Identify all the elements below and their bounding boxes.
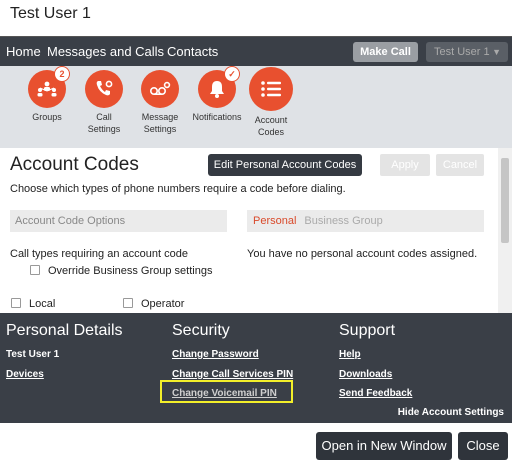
- apply-button[interactable]: Apply: [380, 154, 430, 176]
- help-link[interactable]: Help: [339, 349, 361, 360]
- user-menu-label: Test User 1: [434, 46, 490, 58]
- operator-checkbox[interactable]: [123, 298, 133, 308]
- toolbar-label-notifications: Notifications: [192, 112, 242, 122]
- change-password-link[interactable]: Change Password: [172, 349, 259, 360]
- notifications-check-badge: ✓: [224, 66, 240, 82]
- settings-toolbar: 2 Groups Call Settings Message Settings: [0, 66, 512, 148]
- nav-contacts[interactable]: Contacts: [167, 44, 218, 59]
- notifications-icon: ✓: [198, 66, 240, 108]
- override-checkbox[interactable]: [30, 265, 40, 275]
- account-codes-icon: [249, 67, 293, 111]
- downloads-link[interactable]: Downloads: [339, 369, 392, 380]
- account-codes-panel: Account Codes Edit Personal Account Code…: [0, 148, 498, 313]
- groups-badge: 2: [54, 66, 70, 82]
- toolbar-label-message-settings: Message Settings: [141, 112, 179, 134]
- account-footer: Personal Details Test User 1 Devices Sec…: [0, 313, 512, 423]
- operator-option[interactable]: Operator: [123, 298, 184, 310]
- toolbar-label-groups: Groups: [32, 112, 62, 122]
- page-title: Account Codes: [10, 154, 139, 175]
- override-label: Override Business Group settings: [48, 265, 213, 277]
- override-business-group-option[interactable]: Override Business Group settings: [30, 265, 212, 277]
- tab-personal[interactable]: Personal: [253, 215, 296, 227]
- open-in-new-window-button[interactable]: Open in New Window: [316, 432, 452, 460]
- account-code-options-header: Account Code Options: [10, 210, 227, 232]
- dialog-actions: Open in New Window Close: [0, 423, 512, 465]
- toolbar-label-call-settings: Call Settings: [87, 112, 121, 134]
- nav-messages-and-calls[interactable]: Messages and Calls: [47, 44, 164, 59]
- nav-home[interactable]: Home: [6, 44, 41, 59]
- send-feedback-link[interactable]: Send Feedback: [339, 388, 412, 399]
- change-voicemail-pin-link[interactable]: Change Voicemail PIN: [172, 388, 277, 399]
- hide-account-settings-link[interactable]: Hide Account Settings: [398, 407, 504, 418]
- top-navbar: Home Messages and Calls Contacts Make Ca…: [0, 36, 512, 66]
- local-checkbox[interactable]: [11, 298, 21, 308]
- call-types-label: Call types requiring an account code: [10, 248, 188, 260]
- close-button[interactable]: Close: [458, 432, 508, 460]
- user-name: Test User 1: [6, 349, 60, 360]
- personal-details-heading: Personal Details: [6, 322, 123, 339]
- scope-tabs: Personal Business Group: [247, 210, 484, 232]
- toolbar-item-message-settings[interactable]: Message Settings: [130, 70, 190, 135]
- devices-link[interactable]: Devices: [6, 369, 44, 380]
- toolbar-label-account-codes: Account Codes: [254, 115, 288, 137]
- toolbar-item-groups[interactable]: 2 Groups: [17, 66, 77, 123]
- page-description: Choose which types of phone numbers requ…: [10, 183, 346, 195]
- toolbar-item-notifications[interactable]: ✓ Notifications: [187, 66, 247, 123]
- scrollbar-thumb[interactable]: [501, 158, 509, 243]
- cancel-button[interactable]: Cancel: [436, 154, 484, 176]
- edit-personal-account-codes-button[interactable]: Edit Personal Account Codes: [208, 154, 362, 176]
- toolbar-item-account-codes[interactable]: Account Codes: [241, 67, 301, 138]
- call-settings-icon: [85, 70, 123, 108]
- window-title: Test User 1: [10, 5, 91, 22]
- support-heading: Support: [339, 322, 396, 339]
- no-personal-codes-message: You have no personal account codes assig…: [247, 248, 478, 260]
- chevron-down-icon: ▼: [492, 47, 501, 57]
- security-heading: Security: [172, 322, 230, 339]
- tab-business-group[interactable]: Business Group: [304, 215, 382, 227]
- operator-label: Operator: [141, 298, 185, 310]
- content-scrollbar[interactable]: [498, 148, 512, 313]
- change-call-services-pin-link[interactable]: Change Call Services PIN: [172, 369, 293, 380]
- groups-icon: 2: [28, 66, 70, 108]
- message-settings-icon: [141, 70, 179, 108]
- user-menu-button[interactable]: Test User 1 ▼: [426, 42, 508, 62]
- window-titlebar: Test User 1: [0, 0, 512, 36]
- make-call-button[interactable]: Make Call: [353, 42, 418, 62]
- toolbar-item-call-settings[interactable]: Call Settings: [74, 70, 134, 135]
- local-label: Local: [29, 298, 56, 310]
- local-option[interactable]: Local: [11, 298, 55, 310]
